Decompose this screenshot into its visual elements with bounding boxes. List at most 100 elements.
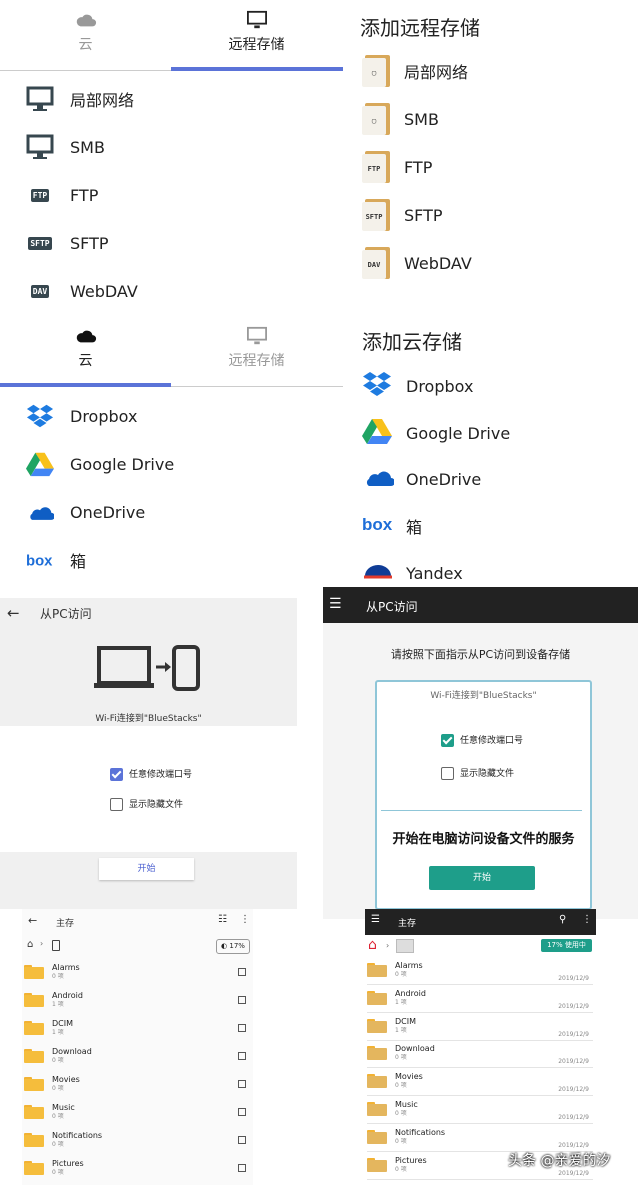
list-item-dropbox[interactable]: Dropbox [26, 402, 137, 430]
folder-name: Notifications [52, 1131, 103, 1140]
select-checkbox[interactable] [238, 996, 246, 1004]
list-item-onedrive[interactable]: OneDrive [362, 466, 481, 492]
home-icon[interactable]: ⌂ [368, 937, 377, 953]
select-checkbox[interactable] [238, 1052, 246, 1060]
item-label: Google Drive [406, 423, 511, 443]
list-item-google-drive[interactable]: Google Drive [26, 450, 174, 478]
folder-icon [367, 1018, 387, 1033]
folder-row[interactable]: Pictures 0 项 [24, 1154, 250, 1182]
menu-icon[interactable]: ☰ [329, 596, 342, 612]
list-item-yandex[interactable]: Yandex [362, 562, 463, 584]
list-item-dropbox[interactable]: Dropbox [362, 370, 473, 402]
back-arrow-icon[interactable]: ← [7, 604, 20, 622]
list-item-webdav[interactable]: DAV WebDAV [362, 247, 472, 279]
svg-text:box: box [26, 553, 53, 569]
folder-name: Download [395, 1044, 435, 1054]
select-checkbox[interactable] [238, 1080, 246, 1088]
tab-cloud[interactable]: 云 [0, 316, 171, 386]
folder-row[interactable]: Alarms 0 项 [24, 958, 250, 986]
list-item-onedrive[interactable]: OneDrive [26, 498, 145, 526]
folder-row[interactable]: DCIM 1 项 2019/12/9 [367, 1012, 593, 1041]
start-button[interactable]: 开始 [429, 866, 535, 890]
folder-name: Music [52, 1103, 75, 1112]
list-item-smb[interactable]: SMB [26, 133, 105, 161]
folder-row[interactable]: Download 0 项 2019/12/9 [367, 1039, 593, 1069]
item-label: FTP [70, 185, 99, 205]
checkbox-checked-icon[interactable] [441, 734, 454, 747]
folder-icon [24, 965, 44, 979]
more-icon[interactable]: ⋮ [582, 914, 592, 925]
select-checkbox[interactable] [238, 1024, 246, 1032]
folder-row[interactable]: Android 1 项 2019/12/9 [367, 984, 593, 1013]
list-view-icon[interactable]: ☷ [218, 914, 227, 925]
hidden-files-option[interactable]: 显示隐藏文件 [441, 766, 514, 780]
select-checkbox[interactable] [238, 968, 246, 976]
list-item-lan[interactable]: ▢ 局部网络 [362, 55, 468, 87]
list-item-smb[interactable]: ▢ SMB [362, 103, 439, 135]
folder-icon [367, 963, 387, 977]
start-button[interactable]: 开始 [99, 858, 194, 880]
svg-text:box: box [362, 515, 393, 533]
list-item-ftp[interactable]: FTP FTP [26, 181, 98, 209]
box-icon: box [362, 515, 393, 534]
folder-row[interactable]: Movies 0 项 [24, 1070, 250, 1098]
folder-row[interactable]: Movies 0 项 2019/12/9 [367, 1067, 593, 1097]
folder-row[interactable]: Music 0 项 2019/12/9 [367, 1095, 593, 1124]
select-checkbox[interactable] [238, 1164, 246, 1172]
list-item-sftp[interactable]: SFTP SFTP [362, 199, 443, 231]
list-item-sftp[interactable]: SFTP SFTP [26, 229, 109, 257]
dropbox-icon [26, 404, 54, 428]
list-item-box[interactable]: box 箱 [362, 514, 422, 538]
folder-row[interactable]: DCIM 1 项 [24, 1014, 250, 1042]
list-item-google-drive[interactable]: Google Drive [362, 418, 510, 448]
ftp-icon: FTP [362, 154, 386, 183]
hidden-files-option[interactable]: 显示隐藏文件 [110, 797, 183, 811]
folder-row[interactable]: Download 0 项 [24, 1042, 250, 1070]
back-arrow-icon[interactable]: ← [28, 914, 37, 927]
usage-text: 17% 使用中 [547, 941, 586, 949]
item-label: 箱 [70, 552, 87, 571]
dav-icon: DAV [362, 250, 386, 279]
storage-icon[interactable] [396, 939, 414, 953]
port-option[interactable]: 任意修改端口号 [441, 733, 523, 747]
folder-count: 0 项 [52, 973, 64, 980]
folder-row[interactable]: Music 0 项 [24, 1098, 250, 1126]
monitor-icon: ▢ [362, 106, 386, 135]
list-item-box[interactable]: box 箱 [26, 546, 86, 574]
tab-label: 远程存储 [228, 37, 285, 53]
list-item-ftp[interactable]: FTP FTP [362, 151, 432, 183]
watermark: 头条 @亲爱的汐 [508, 1153, 611, 1169]
select-checkbox[interactable] [238, 1108, 246, 1116]
folder-row[interactable]: Android 1 项 [24, 986, 250, 1014]
search-icon[interactable]: ⚲ [559, 914, 566, 925]
monitor-icon [246, 326, 267, 345]
home-icon[interactable]: ⌂ [27, 939, 33, 950]
option-label: 显示隐藏文件 [460, 769, 515, 779]
folder-count: 0 项 [395, 1165, 407, 1173]
tab-label: 云 [78, 37, 93, 53]
item-label: 箱 [406, 518, 423, 537]
more-icon[interactable]: ⋮ [240, 914, 250, 925]
tab-remote-storage[interactable]: 远程存储 [171, 316, 342, 386]
folder-row[interactable]: Alarms 0 项 2019/12/9 [367, 956, 593, 985]
folder-name: Notifications [395, 1127, 446, 1137]
folder-icon [367, 1129, 387, 1144]
menu-icon[interactable]: ☰ [371, 914, 380, 925]
checkbox-icon[interactable] [441, 767, 454, 780]
select-checkbox[interactable] [238, 1136, 246, 1144]
list-item-lan[interactable]: 局部网络 [26, 85, 134, 113]
folder-row[interactable]: Notifications 0 项 [24, 1126, 250, 1154]
service-text: 开始在电脑访问设备文件的服务 [392, 832, 575, 847]
checkbox-icon[interactable] [110, 798, 123, 811]
port-option[interactable]: 任意修改端口号 [110, 767, 192, 781]
checkbox-checked-icon[interactable] [110, 768, 123, 781]
folder-row[interactable]: Notifications 0 项 2019/12/9 [367, 1123, 593, 1152]
folder-icon [367, 990, 387, 1005]
monitor-icon: ▢ [362, 58, 386, 87]
sftp-icon: SFTP [362, 202, 386, 231]
tab-cloud[interactable]: 云 [0, 0, 171, 70]
item-label: OneDrive [406, 469, 482, 489]
list-item-webdav[interactable]: DAV WebDAV [26, 277, 138, 305]
phone-icon[interactable] [52, 940, 60, 951]
tab-remote-storage[interactable]: 远程存储 [171, 0, 342, 70]
